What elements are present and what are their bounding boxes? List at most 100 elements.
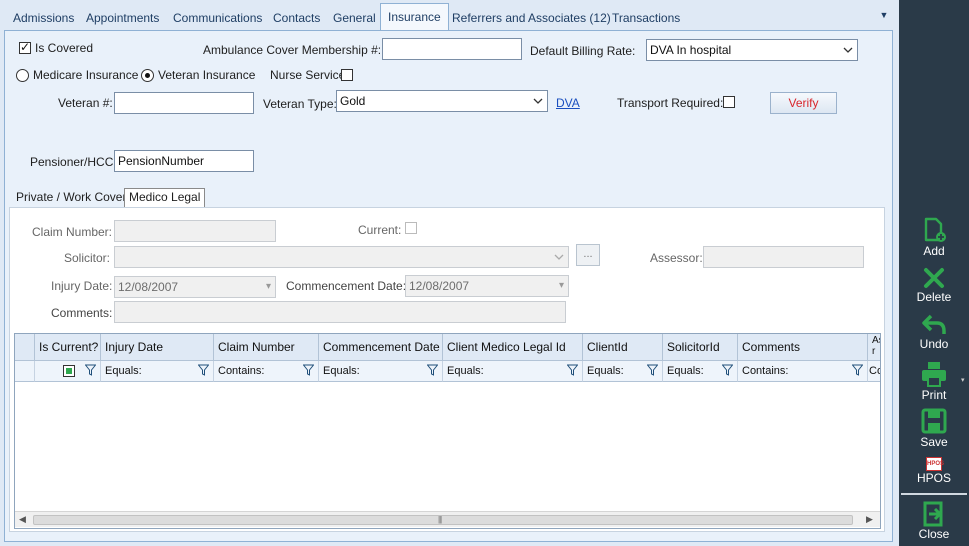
filter-icon[interactable] [647, 364, 658, 376]
filter-icon[interactable] [85, 364, 96, 376]
filter-icon[interactable] [722, 364, 733, 376]
grid-filter-indicator [15, 361, 35, 382]
hpos-button[interactable]: HPOS HPOS [899, 457, 969, 485]
tab-insurance[interactable]: Insurance [380, 3, 449, 31]
filter-operator: Equals: [105, 365, 142, 377]
tab-referrers[interactable]: Referrers and Associates (12) [452, 8, 611, 28]
calendar-dropdown-icon: ▾ [265, 281, 271, 292]
grid-filter-comments[interactable]: Contains: [738, 361, 868, 382]
add-button[interactable]: Add [899, 216, 969, 258]
tab-general[interactable]: General [333, 8, 376, 28]
grid-header-injury-date[interactable]: Injury Date [101, 334, 214, 361]
filter-operator: Equals: [447, 365, 484, 377]
billing-rate-select[interactable]: DVA In hospital [646, 39, 858, 61]
grid-filter-client-medico-legal-id[interactable]: Equals: [443, 361, 583, 382]
current-label: Current: [358, 223, 402, 237]
grid-filter-solicitor-id[interactable]: Equals: [663, 361, 738, 382]
claim-number-label: Claim Number: [32, 225, 113, 239]
commencement-date-label: Commencement Date: [286, 279, 407, 293]
tab-medico-legal[interactable]: Medico Legal [124, 188, 206, 207]
solicitor-select[interactable] [114, 246, 569, 268]
veteran-type-label: Veteran Type: [263, 97, 337, 111]
veteran-insurance-radio[interactable] [141, 69, 154, 82]
comments-input[interactable] [114, 301, 566, 323]
tab-communications[interactable]: Communications [173, 8, 262, 28]
is-covered-checkbox[interactable] [19, 40, 31, 54]
injury-date-label: Injury Date: [51, 279, 113, 293]
grid-filter-client-id[interactable]: Equals: [583, 361, 663, 382]
filter-operator: Contains: [218, 365, 265, 377]
ambulance-cover-input[interactable] [382, 38, 522, 60]
undo-arrow-icon [922, 314, 946, 334]
injury-date-picker[interactable]: 12/08/2007 ▾ [114, 276, 276, 298]
pensioner-input[interactable]: PensionNumber [114, 150, 254, 172]
tab-admissions[interactable]: Admissions [13, 8, 74, 28]
action-sidebar: Add Delete Undo Print ▾ Save HPOS HPOS C… [899, 0, 969, 546]
grid-header-assessor[interactable]: As r [868, 334, 880, 361]
scroll-right-icon[interactable]: ▶ [866, 514, 873, 525]
nurse-service-checkbox[interactable] [341, 69, 353, 81]
close-button[interactable]: Close [899, 501, 969, 541]
solicitor-browse-button[interactable]: ... [576, 244, 600, 266]
grid-header-solicitor-id[interactable]: SolicitorId [663, 334, 738, 361]
assessor-input[interactable] [703, 246, 864, 268]
filter-icon[interactable] [852, 364, 863, 376]
filter-operator: Equals: [587, 365, 624, 377]
transport-required-checkbox[interactable] [723, 96, 735, 108]
add-document-icon [924, 217, 946, 242]
grid-filter-is-current[interactable] [35, 361, 101, 382]
grid-filter-injury-date[interactable]: Equals: [101, 361, 214, 382]
grid-row-indicator-header [15, 334, 35, 361]
tab-private-work-cover[interactable]: Private / Work Cover [12, 189, 130, 207]
grid-header-claim-number[interactable]: Claim Number [214, 334, 319, 361]
scroll-left-icon[interactable]: ◀ [19, 514, 26, 525]
claim-number-input[interactable] [114, 220, 276, 242]
tabs-dropdown-icon[interactable]: ▼ [877, 8, 891, 22]
filter-icon[interactable] [303, 364, 314, 376]
filter-checkbox[interactable] [63, 365, 75, 377]
save-label: Save [920, 435, 948, 449]
scroll-thumb[interactable]: ||| [33, 515, 853, 525]
current-checkbox[interactable] [405, 222, 417, 234]
chevron-down-icon [554, 247, 564, 275]
tab-transactions[interactable]: Transactions [612, 8, 680, 28]
scroll-grip-icon: ||| [438, 515, 442, 524]
filter-icon[interactable] [567, 364, 578, 376]
tab-appointments[interactable]: Appointments [86, 8, 159, 28]
grid-horizontal-scrollbar[interactable]: ◀ ||| ▶ [15, 511, 880, 527]
grid-header-client-id[interactable]: ClientId [583, 334, 663, 361]
dva-link[interactable]: DVA [556, 96, 580, 110]
grid-header-is-current[interactable]: Is Current? [35, 334, 101, 361]
grid-filter-claim-number[interactable]: Contains: [214, 361, 319, 382]
billing-rate-value: DVA In hospital [650, 43, 732, 57]
verify-button[interactable]: Verify [770, 92, 837, 114]
grid-header-comments[interactable]: Comments [738, 334, 868, 361]
exit-door-icon [923, 501, 943, 527]
injury-date-value: 12/08/2007 [118, 280, 179, 294]
is-covered-label: Is Covered [35, 41, 94, 55]
print-dropdown-icon[interactable]: ▾ [961, 376, 965, 384]
medico-legal-grid: Is Current? Injury Date Claim Number Com… [14, 333, 881, 529]
undo-button[interactable]: Undo [899, 313, 969, 351]
grid-header-commencement-date[interactable]: Commencement Date [319, 334, 443, 361]
filter-operator: Contains: [742, 365, 789, 377]
tab-strip: Admissions Appointments Communications C… [0, 0, 899, 31]
assessor-label: Assessor: [650, 251, 703, 265]
transport-required-label: Transport Required: [617, 96, 724, 110]
tab-contacts[interactable]: Contacts [273, 8, 320, 28]
veteran-number-input[interactable] [114, 92, 254, 114]
print-button[interactable]: Print ▾ [899, 360, 969, 402]
medicare-insurance-radio[interactable] [16, 69, 29, 82]
save-button[interactable]: Save [899, 407, 969, 449]
filter-icon[interactable] [198, 364, 209, 376]
delete-button[interactable]: Delete [899, 266, 969, 304]
veteran-type-select[interactable]: Gold [336, 90, 548, 112]
filter-icon[interactable] [427, 364, 438, 376]
grid-filter-commencement-date[interactable]: Equals: [319, 361, 443, 382]
grid-header-client-medico-legal-id[interactable]: Client Medico Legal Id [443, 334, 583, 361]
pensioner-label: Pensioner/HCC: [30, 155, 117, 169]
filter-operator: Equals: [667, 365, 704, 377]
commencement-date-picker[interactable]: 12/08/2007 ▾ [405, 275, 569, 297]
grid-filter-assessor[interactable]: Co [868, 361, 880, 382]
hpos-label: HPOS [916, 471, 951, 485]
